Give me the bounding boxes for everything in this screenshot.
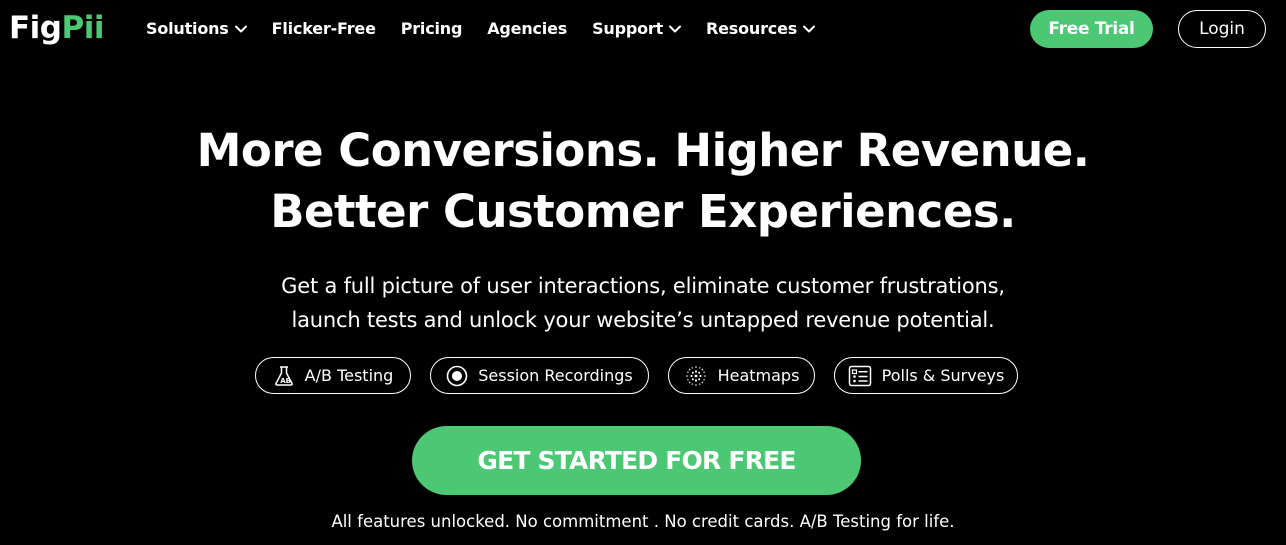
nav-item-support[interactable]: Support [592, 17, 682, 41]
nav-item-label: Pricing [400, 19, 463, 38]
hero-title: More Conversions. Higher Revenue. Better… [0, 120, 1286, 242]
nav-item-agencies[interactable]: Agencies [487, 17, 567, 41]
record-icon [446, 365, 468, 387]
top-navigation: FigPii Solutions Flicker-Free Pricing Ag… [0, 0, 1286, 58]
get-started-button[interactable]: GET STARTED FOR FREE [412, 426, 861, 495]
heatmap-icon [684, 364, 708, 388]
hero-subtitle: Get a full picture of user interactions,… [0, 269, 1286, 337]
feature-pill-label: Session Recordings [478, 366, 633, 385]
logo-text-pii: Pii [61, 10, 105, 46]
hero-subtitle-line-1: Get a full picture of user interactions,… [281, 274, 1005, 298]
flask-icon: AB [273, 365, 295, 387]
feature-pill-label: A/B Testing [304, 366, 394, 385]
nav-item-label: Resources [706, 19, 798, 38]
hero-title-line-2: Better Customer Experiences. [270, 185, 1016, 238]
chevron-down-icon [803, 25, 816, 33]
feature-pill-session-recordings[interactable]: Session Recordings [430, 357, 649, 394]
svg-text:AB: AB [280, 377, 291, 385]
nav-item-flicker-free[interactable]: Flicker-Free [272, 17, 376, 41]
nav-item-label: Support [592, 19, 664, 38]
hero-title-line-1: More Conversions. Higher Revenue. [196, 124, 1090, 177]
nav-item-pricing[interactable]: Pricing [401, 17, 463, 41]
feature-pill-label: Heatmaps [717, 366, 800, 385]
nav-item-label: Flicker-Free [271, 19, 376, 38]
survey-icon [848, 365, 872, 387]
main-menu: Solutions Flicker-Free Pricing Agencies … [146, 17, 840, 41]
figpii-logo[interactable]: FigPii [9, 8, 104, 48]
nav-item-label: Solutions [146, 19, 229, 38]
login-button[interactable]: Login [1178, 10, 1266, 48]
nav-item-resources[interactable]: Resources [706, 17, 816, 41]
hero-subtitle-line-2: launch tests and unlock your website’s u… [291, 308, 995, 332]
logo-text-fig: Fig [9, 10, 62, 46]
nav-item-solutions[interactable]: Solutions [146, 17, 247, 41]
chevron-down-icon [234, 25, 247, 33]
cta-footnote: All features unlocked. No commitment . N… [331, 512, 955, 531]
nav-item-label: Agencies [487, 19, 568, 38]
feature-pill-label: Polls & Surveys [881, 366, 1005, 385]
feature-pill-ab-testing[interactable]: AB A/B Testing [255, 357, 411, 394]
feature-pill-heatmaps[interactable]: Heatmaps [668, 357, 815, 394]
free-trial-button[interactable]: Free Trial [1030, 10, 1153, 48]
feature-pill-polls-surveys[interactable]: Polls & Surveys [834, 357, 1018, 394]
chevron-down-icon [669, 25, 682, 33]
